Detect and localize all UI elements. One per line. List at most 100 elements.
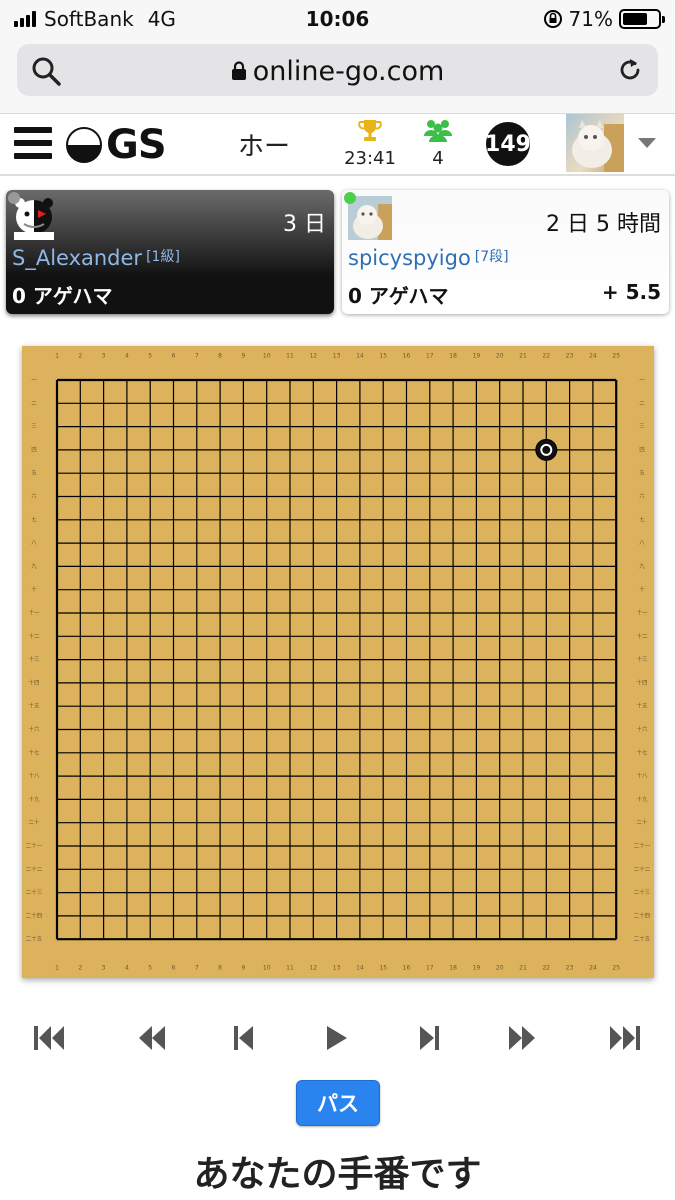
white-player-card[interactable]: 2 日 5 時間 spicyspyigo [7段] 0 アゲハマ + 5.5 xyxy=(342,190,669,314)
column-label: 13 xyxy=(333,353,341,360)
step-forward-icon xyxy=(420,1026,439,1050)
row-label: 十五 xyxy=(28,702,40,710)
back-one-button[interactable] xyxy=(222,1016,266,1060)
url-text: online-go.com xyxy=(252,56,445,87)
column-label: 6 xyxy=(172,965,176,972)
column-label: 17 xyxy=(426,353,434,360)
column-label: 11 xyxy=(286,965,294,972)
tournament-indicator[interactable]: 23:41 xyxy=(342,118,398,169)
row-label: 二十四 xyxy=(634,911,651,919)
black-player-rank: [1級] xyxy=(146,249,180,265)
column-label: 13 xyxy=(333,965,341,972)
row-label: 五 xyxy=(639,470,645,477)
column-label: 1 xyxy=(55,353,59,360)
column-label: 17 xyxy=(426,965,434,972)
logo-text: GS xyxy=(106,122,167,168)
row-label: 八 xyxy=(31,541,37,547)
user-avatar[interactable] xyxy=(566,114,624,172)
row-label: 二十二 xyxy=(634,865,651,873)
row-label: 二十 xyxy=(28,818,40,826)
column-label: 23 xyxy=(566,353,574,360)
row-label: 十九 xyxy=(28,795,40,803)
row-label: 一 xyxy=(31,378,37,384)
column-label: 7 xyxy=(195,353,199,360)
row-label: 十八 xyxy=(28,772,40,780)
go-board[interactable]: 1 1 2 2 3 3 4 4 5 5 6 6 7 7 8 8 9 9 10 10 11 11 12 12 13 13 14 14 15… xyxy=(22,346,654,978)
notification-badge[interactable]: 149 xyxy=(485,122,531,166)
column-label: 21 xyxy=(519,353,527,360)
online-status-icon xyxy=(344,192,356,204)
row-label: 二十三 xyxy=(634,888,651,896)
column-label: 25 xyxy=(612,353,620,360)
row-label: 十六 xyxy=(636,725,648,733)
pass-button[interactable]: パス xyxy=(296,1080,380,1126)
column-label: 24 xyxy=(589,965,597,972)
column-label: 7 xyxy=(195,965,199,972)
column-label: 16 xyxy=(403,965,411,972)
column-label: 6 xyxy=(172,353,176,360)
menu-icon[interactable] xyxy=(14,127,52,159)
row-label: 二十一 xyxy=(26,842,43,850)
row-label: 七 xyxy=(31,515,37,523)
row-label: 一 xyxy=(639,378,645,384)
column-label: 19 xyxy=(473,965,481,972)
column-label: 18 xyxy=(449,353,457,360)
row-label: 七 xyxy=(639,515,645,523)
step-back-icon xyxy=(234,1026,253,1050)
row-label: 十七 xyxy=(28,748,40,756)
battery-info: 71% xyxy=(543,7,665,31)
trophy-icon xyxy=(358,120,382,141)
chevron-down-icon[interactable] xyxy=(638,138,656,148)
url-display[interactable]: online-go.com xyxy=(17,56,658,87)
column-label: 25 xyxy=(612,965,620,972)
column-label: 8 xyxy=(218,965,222,972)
row-label: 六 xyxy=(31,492,37,500)
friends-count: 4 xyxy=(432,148,444,169)
row-label: 二十四 xyxy=(26,911,43,919)
back-ten-button[interactable] xyxy=(130,1016,174,1060)
black-player-card[interactable]: 3 日 S_Alexander [1級] 0 アゲハマ xyxy=(6,190,334,314)
row-label: 十七 xyxy=(636,748,648,756)
forward-one-button[interactable] xyxy=(407,1016,451,1060)
column-label: 20 xyxy=(496,353,504,360)
skip-to-start-icon xyxy=(34,1026,64,1050)
cat-avatar-image xyxy=(348,196,392,240)
column-label: 15 xyxy=(379,353,387,360)
row-label: 二十三 xyxy=(26,888,43,896)
row-label: 九 xyxy=(639,562,645,570)
white-player-username[interactable]: spicyspyigo xyxy=(348,246,471,270)
row-label: 十四 xyxy=(636,678,647,686)
white-player-name[interactable]: spicyspyigo [7段] xyxy=(348,246,509,270)
column-label: 19 xyxy=(473,353,481,360)
column-label: 4 xyxy=(125,353,129,360)
column-label: 4 xyxy=(125,965,129,972)
skip-to-end-icon xyxy=(610,1026,640,1050)
column-label: 18 xyxy=(449,965,457,972)
forward-ten-button[interactable] xyxy=(500,1016,544,1060)
play-icon xyxy=(327,1026,347,1050)
column-label: 12 xyxy=(309,353,317,360)
reload-icon[interactable] xyxy=(616,56,644,84)
address-bar[interactable]: online-go.com xyxy=(17,44,658,96)
row-label: 十一 xyxy=(636,609,648,617)
fast-rewind-icon xyxy=(139,1026,165,1050)
nav-home-link[interactable]: ホー xyxy=(238,126,290,163)
browser-toolbar: online-go.com xyxy=(0,38,675,114)
row-label: 二十五 xyxy=(26,935,43,943)
white-captures: 0 アゲハマ xyxy=(348,284,449,308)
column-label: 8 xyxy=(218,353,222,360)
play-button[interactable] xyxy=(315,1016,359,1060)
white-clock: 2 日 5 時間 xyxy=(546,212,661,237)
first-move-button[interactable] xyxy=(28,1016,72,1060)
friends-indicator[interactable]: 4 xyxy=(418,118,458,169)
column-label: 3 xyxy=(102,965,106,972)
black-player-name[interactable]: S_Alexander [1級] xyxy=(12,246,180,270)
black-player-avatar xyxy=(12,196,56,240)
last-move-button[interactable] xyxy=(602,1016,646,1060)
row-label: 十三 xyxy=(28,655,40,663)
go-board-grid[interactable]: 1122334455667788991010111112121313141415… xyxy=(22,346,654,978)
column-label: 22 xyxy=(542,353,550,360)
black-player-username[interactable]: S_Alexander xyxy=(12,246,142,270)
column-label: 24 xyxy=(589,353,597,360)
ogs-logo[interactable]: GS xyxy=(66,122,167,168)
